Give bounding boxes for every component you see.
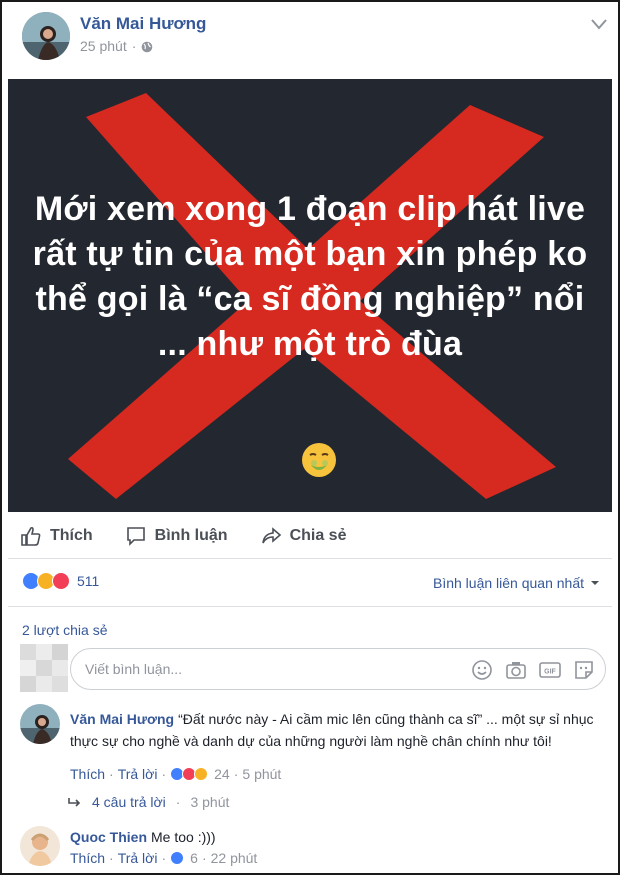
share-button[interactable]: Chia sẻ xyxy=(260,525,346,547)
action-bar: Thích Bình luận Chia sẻ xyxy=(20,518,610,554)
image-caption-text: Mới xem xong 1 đoạn clip hát live rất tự… xyxy=(32,190,588,363)
reaction-count: 511 xyxy=(77,573,100,589)
comment-button[interactable]: Bình luận xyxy=(125,525,228,547)
comment-text-block: Quoc Thien Me too :))) xyxy=(70,826,600,848)
comment-time[interactable]: 5 phút xyxy=(242,766,281,782)
divider xyxy=(8,558,612,559)
author-name[interactable]: Văn Mai Hương xyxy=(80,14,206,34)
divider xyxy=(8,606,612,607)
reaction-summary[interactable]: 511 xyxy=(22,572,99,590)
comment-text-block: Văn Mai Hương “Đất nước này - Ai cầm mic … xyxy=(70,708,600,752)
caret-down-icon xyxy=(591,581,599,585)
comment-reactions[interactable] xyxy=(170,851,185,865)
post-time[interactable]: 25 phút xyxy=(80,38,127,54)
reply-arrow-icon xyxy=(68,798,81,807)
svg-text:GIF: GIF xyxy=(544,669,556,676)
like-reaction-icon xyxy=(170,851,185,865)
love-reaction-icon xyxy=(52,572,70,590)
view-replies-link[interactable]: 4 câu trả lời · 3 phút xyxy=(68,794,229,810)
comment-text: Me too :))) xyxy=(151,829,216,845)
comment-actions: Thích · Trả lời · 24 · 5 phút xyxy=(70,766,282,782)
comment-reactions[interactable] xyxy=(170,767,209,781)
composer-avatar xyxy=(20,644,68,692)
post-card: Văn Mai Hương 25 phút · Mới xem xong 1 đ… xyxy=(0,0,620,875)
comment-input[interactable]: Viết bình luận... GIF xyxy=(70,648,606,690)
comment-reaction-count: 24 xyxy=(214,766,230,782)
comment-like-link[interactable]: Thích xyxy=(70,850,105,866)
like-button[interactable]: Thích xyxy=(20,525,93,547)
comment-actions: Thích · Trả lời · 6 · 22 phút xyxy=(70,850,258,866)
thumbs-up-icon xyxy=(21,526,41,546)
post-image[interactable]: Mới xem xong 1 đoạn clip hát live rất tự… xyxy=(8,79,612,512)
comment-icon xyxy=(126,527,145,546)
comment-reply-link[interactable]: Trả lời xyxy=(118,850,158,866)
author-avatar[interactable] xyxy=(22,12,70,60)
commenter-name[interactable]: Quoc Thien xyxy=(70,829,147,845)
post-meta: 25 phút · xyxy=(80,38,153,54)
commenter-name[interactable]: Văn Mai Hương xyxy=(70,711,174,727)
globe-icon xyxy=(141,40,153,53)
comment-sort-menu[interactable]: Bình luận liên quan nhất xyxy=(433,575,600,591)
comment-avatar[interactable] xyxy=(20,826,60,866)
comment-time[interactable]: 22 phút xyxy=(211,850,258,866)
haha-reaction-icon xyxy=(194,767,209,781)
share-icon xyxy=(261,527,281,544)
post-header: Văn Mai Hương 25 phút · xyxy=(22,12,612,68)
chevron-down-icon[interactable] xyxy=(588,14,610,34)
comment-reaction-count: 6 xyxy=(190,850,198,866)
sticker-icon[interactable] xyxy=(571,657,597,683)
nauseated-face-icon xyxy=(300,441,338,479)
share-count-link[interactable]: 2 lượt chia sẻ xyxy=(22,622,107,638)
camera-icon[interactable] xyxy=(503,657,529,683)
gif-icon[interactable]: GIF xyxy=(537,657,563,683)
comment-like-link[interactable]: Thích xyxy=(70,766,105,782)
composer-icons: GIF xyxy=(469,657,597,683)
emoji-icon[interactable] xyxy=(469,657,495,683)
comment-reply-link[interactable]: Trả lời xyxy=(118,766,158,782)
comment-avatar[interactable] xyxy=(20,704,60,744)
